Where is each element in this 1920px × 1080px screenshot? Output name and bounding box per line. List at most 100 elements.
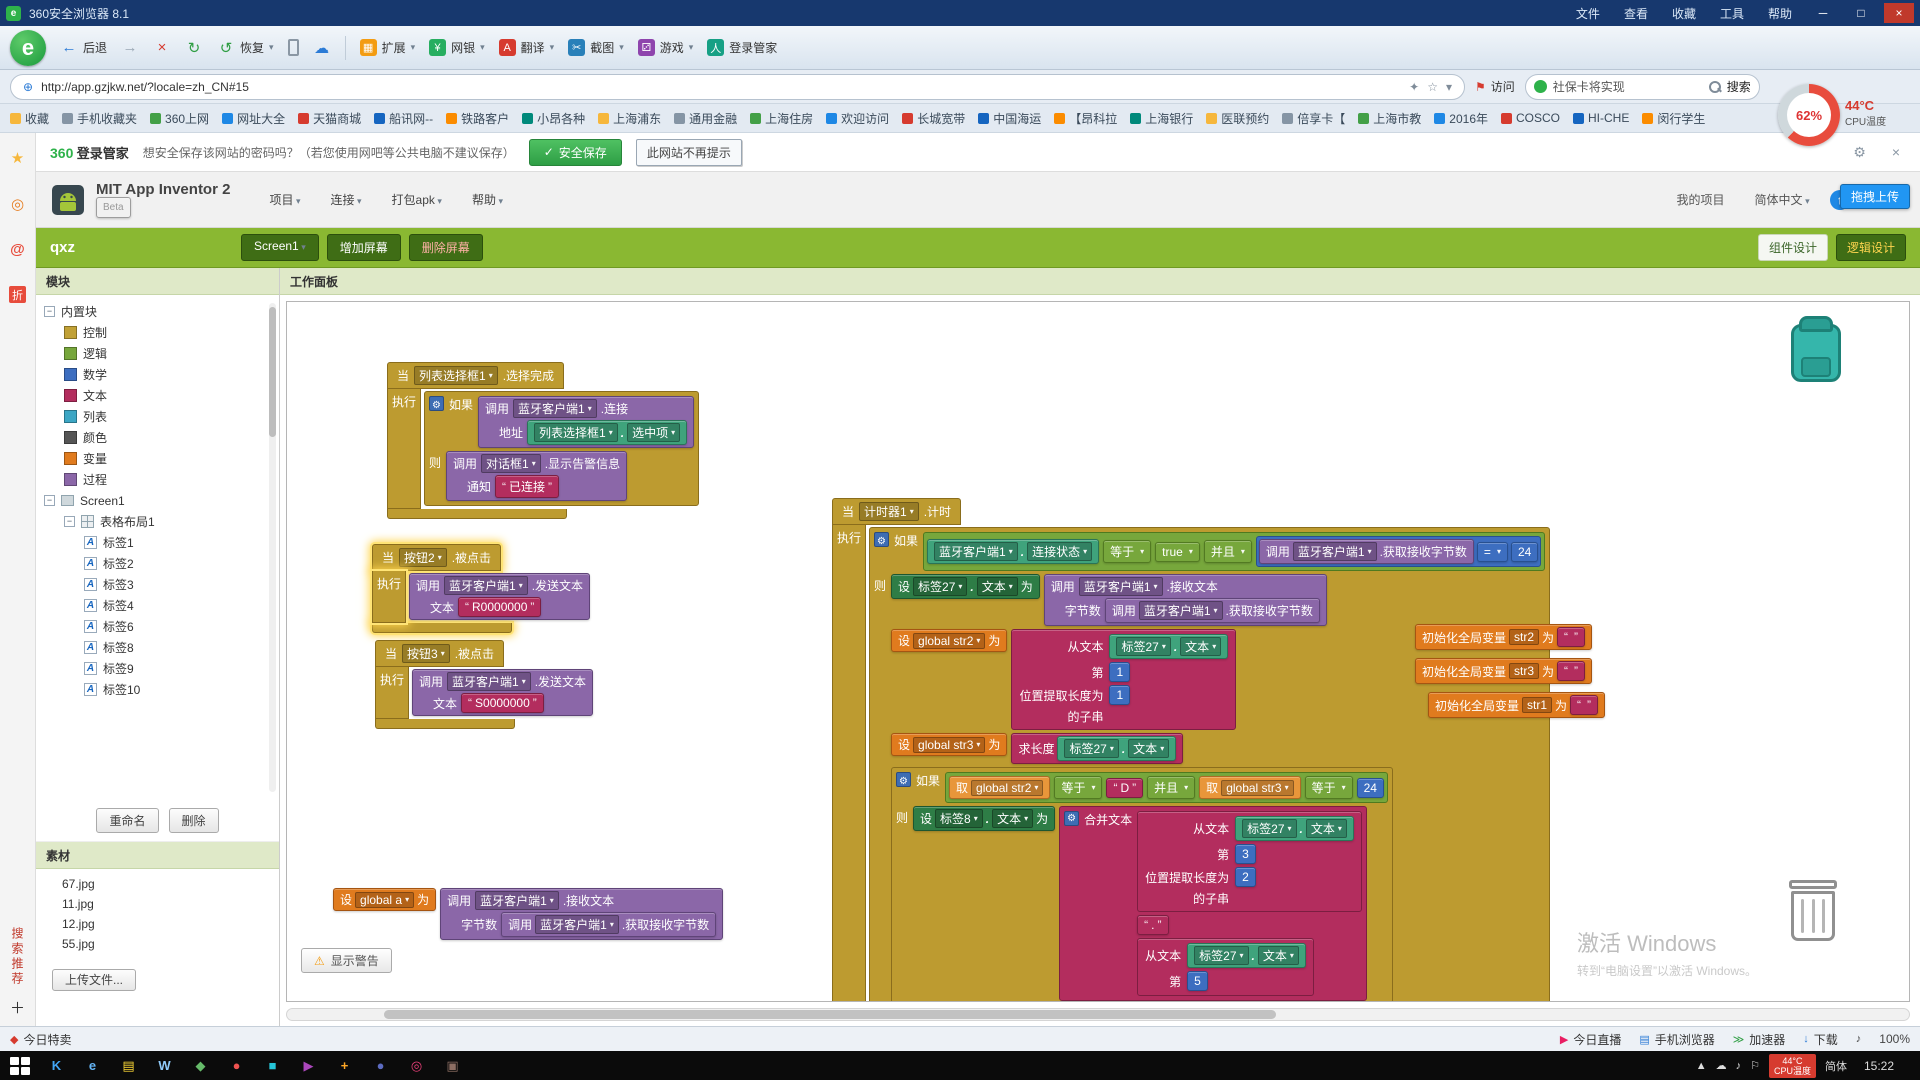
tree-category-text[interactable]: 文本	[44, 385, 279, 406]
block-call-bt-connect[interactable]: 调用蓝牙客户端1.连接 地址 列表选择框1选中项	[478, 396, 694, 448]
phone-sync-button[interactable]	[288, 39, 299, 56]
bookmark-item[interactable]: 上海住房	[750, 110, 813, 127]
bookmark-item[interactable]: 360上网	[150, 110, 209, 127]
restore-button[interactable]: ↺恢复	[217, 39, 274, 57]
bookmark-item[interactable]: 通用金融	[674, 110, 737, 127]
bookmark-item[interactable]: 欢迎访问	[826, 110, 889, 127]
close-button[interactable]: ×	[1884, 3, 1914, 23]
block-set-global-a-head[interactable]: 设global a为	[333, 888, 436, 911]
block-init-global-str3[interactable]: 初始化全局变量str3为	[1415, 658, 1592, 684]
netbank-button[interactable]: ¥网银	[429, 39, 485, 56]
bookmark-item[interactable]: 上海市教	[1358, 110, 1421, 127]
tree-tablelayout[interactable]: 表格布局1	[44, 511, 279, 532]
expander-icon[interactable]	[64, 516, 75, 527]
block-equals-op[interactable]: 等于	[1305, 776, 1353, 799]
block-call-bt-receivetext[interactable]: 调用蓝牙客户端1.接收文本 字节数 调用蓝牙客户端1.获取接收字节数	[440, 888, 723, 940]
block-and-condition[interactable]: 蓝牙客户端1连接状态 等于 true 并且 调用蓝牙客户端1.获取接收字节数 =	[923, 532, 1545, 571]
block-call-bt-bytes[interactable]: 调用蓝牙客户端1.获取接收字节数	[1105, 598, 1320, 623]
download-link[interactable]: ↓下载	[1803, 1031, 1838, 1048]
block-set-global-str3[interactable]: 设global str3为	[891, 733, 1007, 756]
bookmark-item[interactable]: 小昂各种	[522, 110, 585, 127]
tree-screen1[interactable]: Screen1	[44, 490, 279, 511]
bookmark-item[interactable]: 上海浦东	[598, 110, 661, 127]
bookmark-item[interactable]: 闵行学生	[1642, 110, 1705, 127]
cpu-usage-gauge[interactable]: 62%	[1778, 84, 1840, 146]
address-bar[interactable]: ⊕ http://app.gzjkw.net/?locale=zh_CN#15 …	[10, 74, 1465, 100]
block-segment-text[interactable]: 从文本标签27文本 第5	[1137, 938, 1314, 996]
block-number[interactable]: 5	[1187, 971, 1208, 991]
block-get-str3[interactable]: 取global str3	[1199, 776, 1300, 799]
menu-file[interactable]: 文件	[1568, 5, 1608, 22]
zoom-level[interactable]: 100%	[1879, 1032, 1910, 1046]
bookmark-item[interactable]: 手机收藏夹	[62, 110, 137, 127]
back-button[interactable]: ←后退	[60, 39, 107, 56]
url-dropdown-icon[interactable]: ▾	[1446, 80, 1452, 94]
menu-view[interactable]: 查看	[1616, 5, 1656, 22]
block-number[interactable]: 1	[1109, 685, 1130, 705]
taskbar-app[interactable]: K	[41, 1054, 72, 1077]
discount-icon[interactable]: 折	[9, 286, 26, 303]
block-button2-click[interactable]: 当按钮2.被点击 执行 调用蓝牙客户端1.发送文本 文本R0000000	[372, 544, 590, 633]
mutator-gear-icon[interactable]	[896, 772, 911, 787]
block-if-outer[interactable]: 如果 蓝牙客户端1连接状态 等于 true 并且 调用蓝牙客	[869, 527, 1550, 1002]
tree-label3[interactable]: A标签3	[44, 574, 279, 595]
taskbar-app[interactable]: ◎	[401, 1054, 432, 1077]
bookmark-item[interactable]: 长城宽带	[902, 110, 965, 127]
mutator-gear-icon[interactable]	[874, 532, 889, 547]
forward-button[interactable]: →	[121, 39, 139, 56]
bookmark-item[interactable]: 船讯网--	[374, 110, 433, 127]
tree-category-colors[interactable]: 颜色	[44, 427, 279, 448]
tree-category-lists[interactable]: 列表	[44, 406, 279, 427]
global-name[interactable]: str1	[1522, 697, 1552, 713]
tray-icon[interactable]: ⚐	[1750, 1059, 1760, 1072]
taskbar-app[interactable]: ◆	[185, 1054, 216, 1077]
extensions-button[interactable]: ▦扩展	[360, 39, 416, 56]
component-dropdown[interactable]: 计时器1	[859, 502, 919, 521]
games-button[interactable]: ⚂游戏	[638, 39, 694, 56]
expander-icon[interactable]	[44, 306, 55, 317]
tree-category-math[interactable]: 数学	[44, 364, 279, 385]
block-number[interactable]: 1	[1109, 662, 1130, 682]
designer-view-button[interactable]: 组件设计	[1758, 234, 1828, 261]
cpu-temp-badge[interactable]: 44°CCPU温度	[1769, 1054, 1816, 1078]
url-text[interactable]: http://app.gzjkw.net/?locale=zh_CN#15	[41, 80, 1401, 94]
favorites-star-icon[interactable]: ★	[11, 149, 24, 167]
block-set-global-a[interactable]: 设global a为 调用蓝牙客户端1.接收文本 字节数 调用蓝牙客户端1.获取…	[333, 888, 723, 940]
add-screen-button[interactable]: 增加屏幕	[327, 234, 401, 261]
speaker-icon[interactable]: ♪	[1856, 1033, 1862, 1045]
menu-help[interactable]: 帮助	[459, 185, 516, 214]
tray-icon[interactable]: ☁	[1716, 1059, 1727, 1072]
block-true[interactable]: true	[1155, 542, 1200, 562]
cloud-button[interactable]: ☁	[313, 39, 331, 57]
taskbar-app[interactable]: ●	[365, 1054, 396, 1077]
block-string-literal[interactable]: .	[1137, 915, 1168, 935]
block-label27-text[interactable]: 标签27文本	[1109, 634, 1228, 659]
stop-button[interactable]: ×	[153, 39, 171, 56]
browser-logo-icon[interactable]: e	[10, 30, 46, 66]
block-string-literal[interactable]: 已连接	[495, 475, 559, 498]
tray-icon[interactable]: ♪	[1736, 1060, 1742, 1072]
taskbar-app[interactable]: +	[329, 1054, 360, 1077]
taskbar-app[interactable]: ▣	[437, 1054, 468, 1077]
blocks-canvas[interactable]: 当列表选择框1.选择完成 执行 如果 调用蓝牙客户端1.连接 地址	[286, 301, 1910, 1002]
menu-project[interactable]: 项目	[256, 185, 313, 214]
block-math-compare[interactable]: 调用蓝牙客户端1.获取接收字节数 = 24	[1256, 536, 1541, 567]
component-dropdown[interactable]: 按钮2	[399, 548, 447, 567]
menu-tools[interactable]: 工具	[1712, 5, 1752, 22]
mutator-gear-icon[interactable]	[1064, 811, 1079, 826]
block-call-bt-sendtext[interactable]: 调用蓝牙客户端1.发送文本 文本R0000000	[409, 573, 590, 620]
bookmark-item[interactable]: 医联预约	[1206, 110, 1269, 127]
tree-category-procedures[interactable]: 过程	[44, 469, 279, 490]
media-item[interactable]: 67.jpg	[62, 877, 279, 897]
block-label27-text[interactable]: 标签27文本	[1235, 816, 1354, 841]
tree-label1[interactable]: A标签1	[44, 532, 279, 553]
tree-label2[interactable]: A标签2	[44, 553, 279, 574]
block-number[interactable]: 24	[1511, 542, 1538, 562]
tree-builtin[interactable]: 内置块	[44, 301, 279, 322]
bookmark-item[interactable]: 2016年	[1434, 110, 1488, 127]
block-string-literal[interactable]: S0000000	[461, 693, 544, 713]
tree-label6[interactable]: A标签6	[44, 616, 279, 637]
blocks-view-button[interactable]: 逻辑设计	[1836, 234, 1906, 261]
my-projects-link[interactable]: 我的项目	[1667, 191, 1735, 208]
block-number[interactable]: 3	[1235, 844, 1256, 864]
